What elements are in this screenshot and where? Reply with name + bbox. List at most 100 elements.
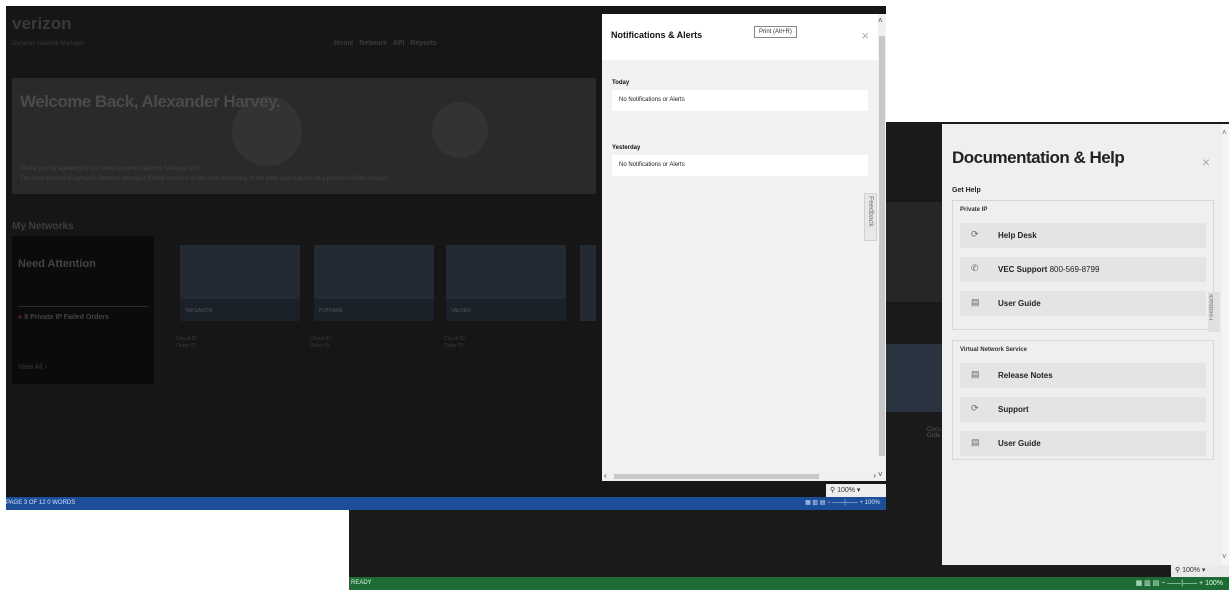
notifications-close-icon[interactable]: × xyxy=(861,28,869,43)
notifications-header: Notifications & Alerts Print (Alt+R) × xyxy=(602,14,878,60)
scroll-right-icon[interactable]: › xyxy=(873,471,876,480)
headset-icon: ⟳ xyxy=(971,403,979,413)
circuit-id-label: Circuit ID: xyxy=(176,336,198,342)
feedback-label: Feedback xyxy=(867,196,874,227)
network-card-name: PUTRANE xyxy=(319,308,343,314)
notification-item: No Notifications or Alerts xyxy=(612,90,868,111)
document-icon: ▤ xyxy=(971,437,980,447)
front-zoom-slider[interactable]: ▦ ▥ ▤ − ——|—— + 100% xyxy=(805,497,880,510)
documentation-help-panel: Documentation & Help × Get Help Private … xyxy=(942,124,1222,565)
doc-vertical-scrollbar[interactable]: ˄ ˅ xyxy=(1222,124,1229,565)
network-card[interactable]: PUTRANE xyxy=(314,245,434,321)
doc-close-icon[interactable]: × xyxy=(1202,154,1210,170)
network-card-partial xyxy=(580,245,596,321)
front-zoom-control[interactable]: ⚲ 100% ▾ xyxy=(826,484,886,497)
vec-support-link[interactable]: ✆ VEC Support 800-569-8799 xyxy=(960,257,1206,282)
print-tooltip: Print (Alt+R) xyxy=(754,26,797,38)
doc-item-label: Release Notes xyxy=(998,371,1053,380)
group-title: Private IP xyxy=(960,207,988,213)
network-card[interactable]: VALDEN xyxy=(446,245,566,321)
headset-icon: ⟳ xyxy=(971,229,979,239)
help-desk-link[interactable]: ⟳ Help Desk xyxy=(960,223,1206,248)
notification-item: No Notifications or Alerts xyxy=(612,155,868,176)
virtual-network-service-group: Virtual Network Service ▤ Release Notes … xyxy=(952,340,1214,460)
feedback-label: Feedback xyxy=(1209,294,1215,321)
network-card-meta: Circuit ID: Order ID: xyxy=(444,336,466,350)
divider xyxy=(18,306,148,307)
nav-home[interactable]: Home xyxy=(334,40,353,47)
main-nav: Home Network API Reports xyxy=(334,40,441,47)
hero-text-line: Thank you for agreeing to test drive Dyn… xyxy=(20,166,201,172)
network-card-meta: Circuit ID: Order ID: xyxy=(176,336,198,350)
back-status-text: READY xyxy=(351,580,372,586)
need-attention-card: Need Attention ● 9 Private IP Failed Ord… xyxy=(12,236,154,384)
document-icon: ▤ xyxy=(971,297,980,307)
horizontal-scrollbar[interactable]: ‹ › xyxy=(602,471,878,481)
app-subtitle: Dynamic Network Manager xyxy=(12,41,85,47)
back-zoom-value: 100% xyxy=(1182,567,1200,574)
notifications-title: Notifications & Alerts xyxy=(611,30,703,40)
release-notes-link[interactable]: ▤ Release Notes xyxy=(960,363,1206,388)
support-phone-number: 800-569-8799 xyxy=(1049,265,1100,274)
phone-icon: ✆ xyxy=(971,263,979,273)
verizon-dnm-window: verizon Dynamic Network Manager Home Net… xyxy=(6,6,886,510)
back-zoom-right-value: 100% xyxy=(1205,580,1223,587)
notification-message: No Notifications or Alerts xyxy=(619,162,685,168)
scroll-down-icon[interactable]: ˅ xyxy=(878,470,883,479)
notification-day-heading: Today xyxy=(612,80,630,86)
private-ip-group: Private IP ⟳ Help Desk ✆ VEC Support 800… xyxy=(952,200,1214,330)
doc-feedback-tab[interactable]: Feedback xyxy=(1208,292,1220,332)
circuit-id-label: Circuit ID: xyxy=(310,336,332,342)
back-zoom-control[interactable]: ⚲ 100% ▾ xyxy=(1171,565,1229,577)
scrollbar-thumb[interactable] xyxy=(879,36,885,456)
scroll-up-icon[interactable]: ˄ xyxy=(878,16,883,25)
scrollbar-thumb[interactable] xyxy=(614,474,819,479)
order-id-label: Order ID: xyxy=(310,343,331,349)
alert-dot-icon: ● xyxy=(18,314,23,321)
back-zoom-slider[interactable]: ▦ ▥ ▤ − ——|—— + 100% xyxy=(1136,577,1223,590)
nav-network[interactable]: Network xyxy=(359,40,387,47)
notification-message: No Notifications or Alerts xyxy=(619,97,685,103)
scroll-left-icon[interactable]: ‹ xyxy=(604,471,607,480)
hero-text-line: This new version of Dynamic Network Mana… xyxy=(20,176,388,182)
order-id-label: Order ID: xyxy=(444,343,465,349)
doc-item-label: User Guide xyxy=(998,299,1041,308)
notification-day-heading: Yesterday xyxy=(612,145,641,151)
vns-user-guide-link[interactable]: ▤ User Guide xyxy=(960,431,1206,456)
get-help-heading: Get Help xyxy=(952,187,981,194)
private-ip-user-guide-link[interactable]: ▤ User Guide xyxy=(960,291,1206,316)
scroll-down-icon[interactable]: ˅ xyxy=(1222,552,1227,561)
nav-reports[interactable]: Reports xyxy=(410,40,436,47)
support-link[interactable]: ⟳ Support xyxy=(960,397,1206,422)
doc-item-label: Support xyxy=(998,405,1029,414)
network-card-name: TAKSARON xyxy=(185,308,213,314)
verizon-logo[interactable]: verizon xyxy=(12,14,72,34)
doc-item-label: VEC Support xyxy=(998,265,1048,274)
notifications-panel: Notifications & Alerts Print (Alt+R) × T… xyxy=(602,14,878,481)
network-card[interactable]: TAKSARON xyxy=(180,245,300,321)
doc-item-label: Help Desk xyxy=(998,231,1037,240)
background-network-card xyxy=(885,344,945,412)
welcome-hero-banner: Welcome Back, Alexander Harvey. Thank yo… xyxy=(12,78,596,194)
circuit-id-label: Circuit ID: xyxy=(444,336,466,342)
view-all-link[interactable]: View All xyxy=(18,364,42,371)
scroll-up-icon[interactable]: ˄ xyxy=(1222,128,1227,137)
welcome-heading: Welcome Back, Alexander Harvey. xyxy=(20,92,281,111)
failed-orders-link[interactable]: 9 Private IP Failed Orders xyxy=(24,314,109,321)
back-status-bar: READY ▦ ▥ ▤ − ——|—— + 100% xyxy=(349,577,1229,590)
front-zoom-value: 100% xyxy=(837,487,855,494)
doc-panel-title: Documentation & Help xyxy=(952,148,1125,167)
network-card-name: VALDEN xyxy=(451,308,471,314)
need-attention-title: Need Attention xyxy=(18,258,96,270)
vertical-scrollbar[interactable]: ˄ ˅ xyxy=(878,14,886,481)
front-zoom-right-value: 100% xyxy=(864,500,880,506)
document-icon: ▤ xyxy=(971,369,980,379)
notifications-feedback-tab[interactable]: Feedback xyxy=(864,193,877,241)
arrow-right-icon: › xyxy=(44,364,47,371)
my-networks-heading: My Networks xyxy=(12,221,74,232)
network-card-meta: Circuit ID: Order ID: xyxy=(310,336,332,350)
nav-api[interactable]: API xyxy=(393,40,405,47)
order-id-label: Order ID: xyxy=(176,343,197,349)
front-status-text: PAGE 3 OF 12 0 WORDS xyxy=(6,500,76,506)
background-card-text: Circu Orde xyxy=(927,427,942,439)
